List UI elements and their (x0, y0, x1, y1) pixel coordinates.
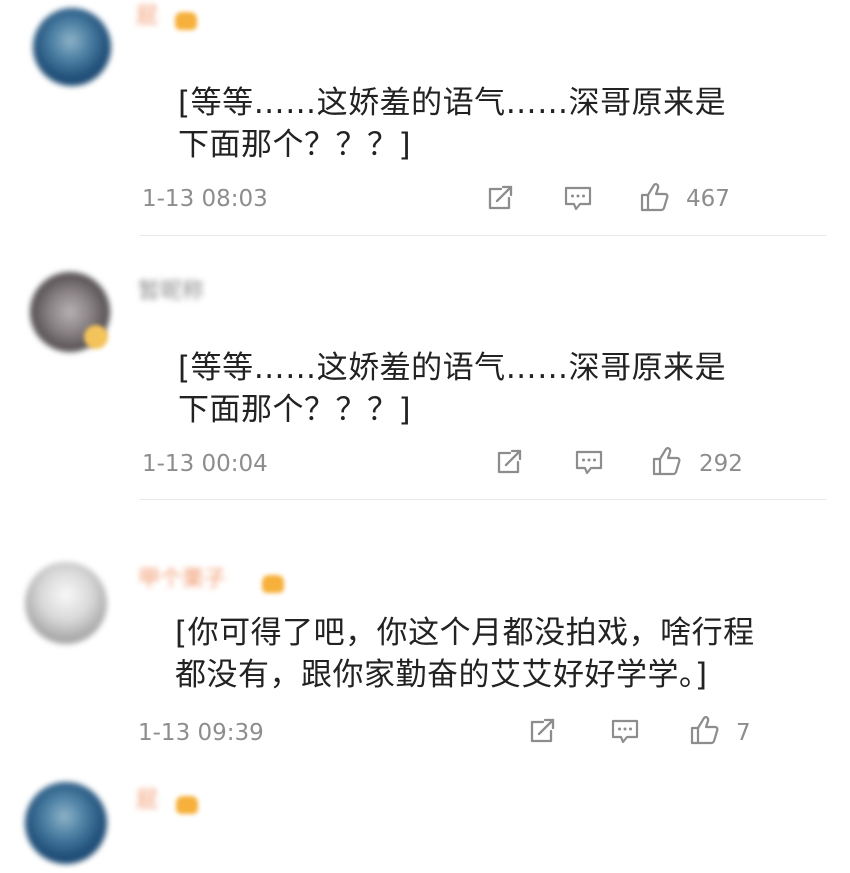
username[interactable]: 屁 (136, 787, 158, 815)
comment-feed: 屁 [等等……这娇羞的语气……深哥原来是下面那个？？？] 1-13 08:03 … (0, 0, 850, 873)
comment-4: 屁 (0, 0, 850, 873)
avatar[interactable] (25, 782, 107, 864)
vip-crown-icon (176, 796, 198, 814)
